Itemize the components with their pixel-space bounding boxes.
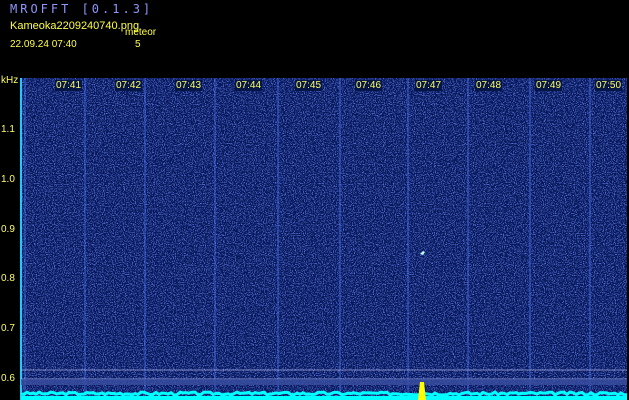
y-axis-unit: kHz xyxy=(1,75,19,86)
y-tick-label: 0.7 xyxy=(1,323,15,334)
y-tick-label: 1.1 xyxy=(1,124,15,135)
x-tick-label: 07:46 xyxy=(355,80,383,91)
y-tick-label: 0.6 xyxy=(1,373,15,384)
recording-datetime: 22.09.24 07:40 xyxy=(10,39,77,50)
spectrogram-plot xyxy=(20,78,628,400)
x-tick-label: 07:45 xyxy=(295,80,323,91)
spectrogram-noise xyxy=(21,78,627,400)
y-tick-label: 1.0 xyxy=(1,174,15,185)
baseline-fill xyxy=(21,396,627,400)
y-tick-label: 0.9 xyxy=(1,224,15,235)
x-tick-label: 07:41 xyxy=(55,80,83,91)
x-tick-label: 07:44 xyxy=(235,80,263,91)
x-tick-label: 07:50 xyxy=(595,80,623,91)
meteor-label: meteor xyxy=(125,27,157,38)
meteor-count: 5 xyxy=(135,39,141,50)
x-tick-label: 07:48 xyxy=(475,80,503,91)
y-tick-label: 0.8 xyxy=(1,273,15,284)
app-title: MROFFT [0.1.3] xyxy=(10,2,154,16)
x-tick-label: 07:43 xyxy=(175,80,203,91)
x-tick-label: 07:49 xyxy=(535,80,563,91)
file-name: Kameoka2209240740.png xyxy=(10,20,140,32)
noise-band xyxy=(21,379,627,385)
x-tick-label: 07:42 xyxy=(115,80,143,91)
x-tick-label: 07:47 xyxy=(415,80,443,91)
